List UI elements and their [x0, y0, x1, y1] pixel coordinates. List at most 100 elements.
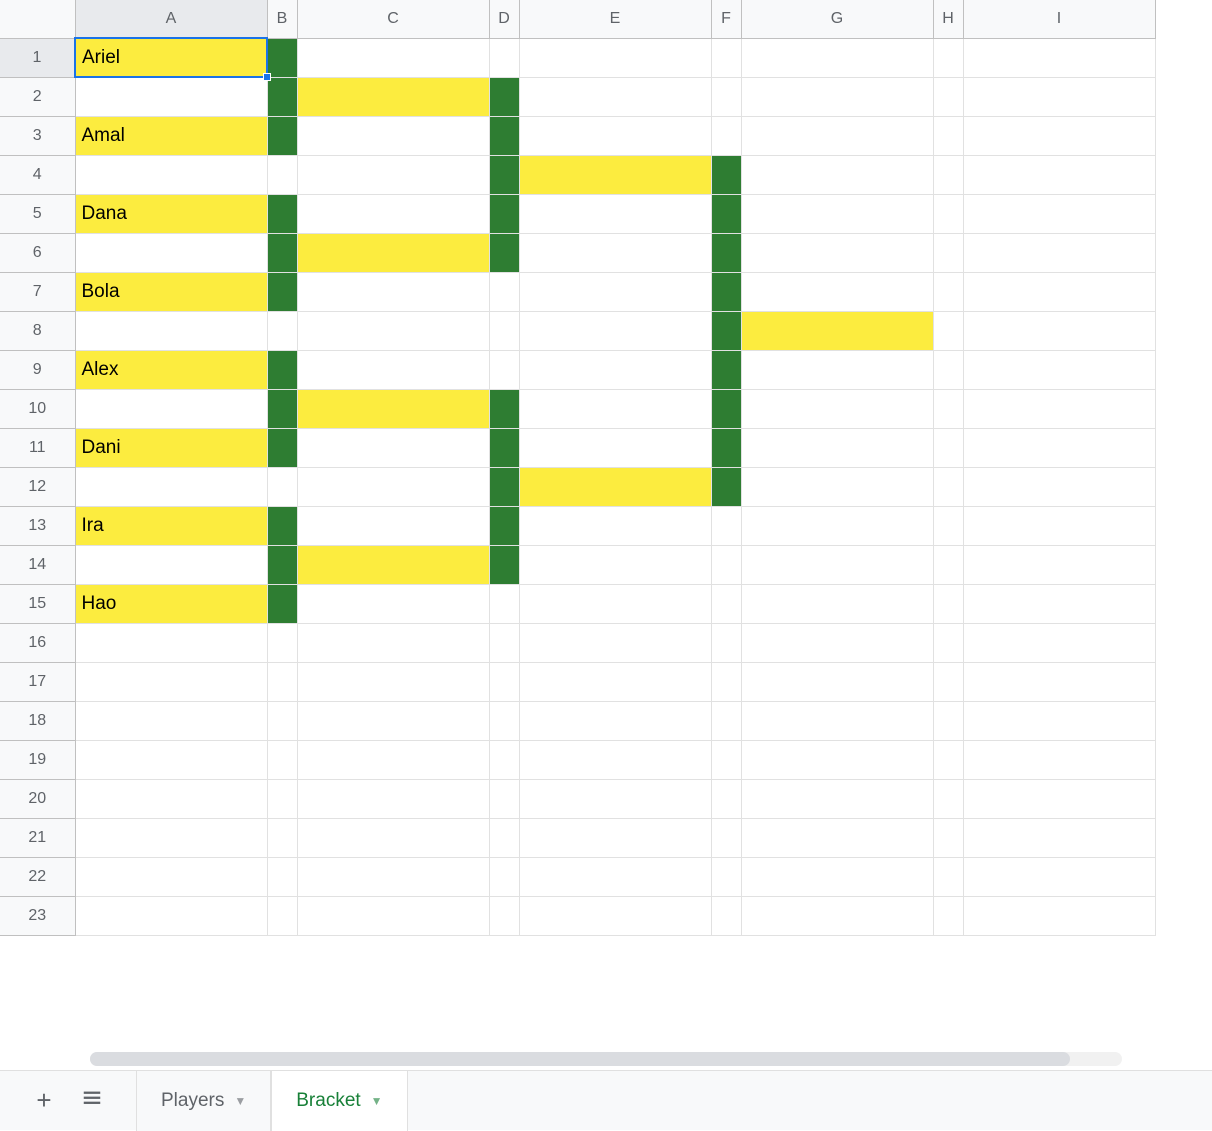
cell-D12[interactable] — [489, 467, 519, 506]
cell-A8[interactable] — [75, 311, 267, 350]
cell-F1[interactable] — [711, 38, 741, 77]
cell-F21[interactable] — [711, 818, 741, 857]
cell-H11[interactable] — [933, 428, 963, 467]
cell-B5[interactable] — [267, 194, 297, 233]
sheet-tab-bracket[interactable]: Bracket▼ — [271, 1071, 407, 1131]
row-header-23[interactable]: 23 — [0, 896, 75, 935]
cell-B19[interactable] — [267, 740, 297, 779]
row-header-16[interactable]: 16 — [0, 623, 75, 662]
cell-G16[interactable] — [741, 623, 933, 662]
cell-D23[interactable] — [489, 896, 519, 935]
cell-H4[interactable] — [933, 155, 963, 194]
row-header-4[interactable]: 4 — [0, 155, 75, 194]
cell-I6[interactable] — [963, 233, 1155, 272]
row-header-8[interactable]: 8 — [0, 311, 75, 350]
add-sheet-button[interactable]: + — [20, 1077, 68, 1125]
cell-H21[interactable] — [933, 818, 963, 857]
cell-I15[interactable] — [963, 584, 1155, 623]
cell-D18[interactable] — [489, 701, 519, 740]
cell-H18[interactable] — [933, 701, 963, 740]
cell-F16[interactable] — [711, 623, 741, 662]
cell-F17[interactable] — [711, 662, 741, 701]
cell-F10[interactable] — [711, 389, 741, 428]
cell-G17[interactable] — [741, 662, 933, 701]
cell-I3[interactable] — [963, 116, 1155, 155]
cell-G5[interactable] — [741, 194, 933, 233]
cell-B21[interactable] — [267, 818, 297, 857]
cell-E13[interactable] — [519, 506, 711, 545]
row-header-6[interactable]: 6 — [0, 233, 75, 272]
cell-C18[interactable] — [297, 701, 489, 740]
cell-G15[interactable] — [741, 584, 933, 623]
cell-C20[interactable] — [297, 779, 489, 818]
cell-G3[interactable] — [741, 116, 933, 155]
cell-C12[interactable] — [297, 467, 489, 506]
cell-F18[interactable] — [711, 701, 741, 740]
col-header-H[interactable]: H — [933, 0, 963, 38]
sheet-tab-players[interactable]: Players▼ — [136, 1071, 271, 1131]
cell-E19[interactable] — [519, 740, 711, 779]
cell-H8[interactable] — [933, 311, 963, 350]
row-header-17[interactable]: 17 — [0, 662, 75, 701]
cell-I13[interactable] — [963, 506, 1155, 545]
cell-D22[interactable] — [489, 857, 519, 896]
cell-F11[interactable] — [711, 428, 741, 467]
cell-F20[interactable] — [711, 779, 741, 818]
cell-D16[interactable] — [489, 623, 519, 662]
cell-C2[interactable] — [297, 77, 489, 116]
cell-G14[interactable] — [741, 545, 933, 584]
cell-G20[interactable] — [741, 779, 933, 818]
cell-I20[interactable] — [963, 779, 1155, 818]
cell-F4[interactable] — [711, 155, 741, 194]
cell-A21[interactable] — [75, 818, 267, 857]
cell-E11[interactable] — [519, 428, 711, 467]
row-header-15[interactable]: 15 — [0, 584, 75, 623]
cell-E3[interactable] — [519, 116, 711, 155]
cell-G8[interactable] — [741, 311, 933, 350]
cell-D5[interactable] — [489, 194, 519, 233]
cell-C17[interactable] — [297, 662, 489, 701]
cell-C13[interactable] — [297, 506, 489, 545]
row-header-21[interactable]: 21 — [0, 818, 75, 857]
cell-I2[interactable] — [963, 77, 1155, 116]
cell-A23[interactable] — [75, 896, 267, 935]
row-header-2[interactable]: 2 — [0, 77, 75, 116]
cell-F12[interactable] — [711, 467, 741, 506]
cell-E17[interactable] — [519, 662, 711, 701]
cell-A4[interactable] — [75, 155, 267, 194]
cell-C15[interactable] — [297, 584, 489, 623]
cell-B22[interactable] — [267, 857, 297, 896]
cell-I10[interactable] — [963, 389, 1155, 428]
col-header-G[interactable]: G — [741, 0, 933, 38]
cell-C22[interactable] — [297, 857, 489, 896]
cell-B12[interactable] — [267, 467, 297, 506]
cell-B17[interactable] — [267, 662, 297, 701]
cell-F3[interactable] — [711, 116, 741, 155]
cell-H1[interactable] — [933, 38, 963, 77]
cell-I22[interactable] — [963, 857, 1155, 896]
cell-B11[interactable] — [267, 428, 297, 467]
cell-C9[interactable] — [297, 350, 489, 389]
cell-G22[interactable] — [741, 857, 933, 896]
select-all-corner[interactable] — [0, 0, 75, 38]
cell-H23[interactable] — [933, 896, 963, 935]
cell-D13[interactable] — [489, 506, 519, 545]
cell-A15[interactable]: Hao — [75, 584, 267, 623]
cell-G13[interactable] — [741, 506, 933, 545]
cell-D10[interactable] — [489, 389, 519, 428]
cell-G23[interactable] — [741, 896, 933, 935]
cell-A7[interactable]: Bola — [75, 272, 267, 311]
cell-F23[interactable] — [711, 896, 741, 935]
row-header-3[interactable]: 3 — [0, 116, 75, 155]
cell-C8[interactable] — [297, 311, 489, 350]
cell-B1[interactable] — [267, 38, 297, 77]
row-header-5[interactable]: 5 — [0, 194, 75, 233]
cell-C3[interactable] — [297, 116, 489, 155]
cell-I11[interactable] — [963, 428, 1155, 467]
cell-A3[interactable]: Amal — [75, 116, 267, 155]
chevron-down-icon[interactable]: ▼ — [234, 1094, 246, 1108]
row-header-9[interactable]: 9 — [0, 350, 75, 389]
cell-E1[interactable] — [519, 38, 711, 77]
cell-A13[interactable]: Ira — [75, 506, 267, 545]
cell-I1[interactable] — [963, 38, 1155, 77]
